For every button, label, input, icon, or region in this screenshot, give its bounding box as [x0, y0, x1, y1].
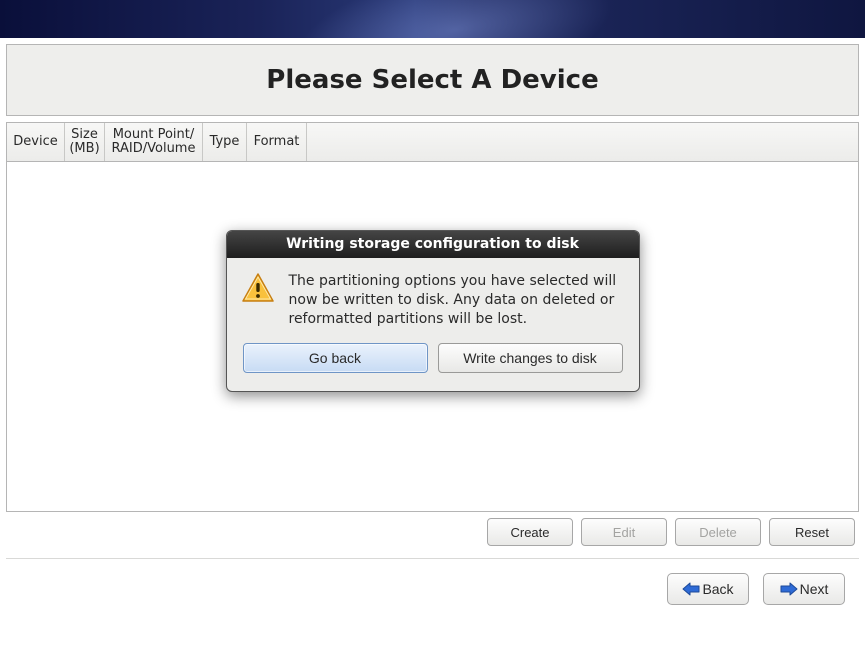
go-back-button[interactable]: Go back — [243, 343, 428, 373]
col-type[interactable]: Type — [203, 123, 247, 161]
col-device[interactable]: Device — [7, 123, 65, 161]
device-table-header: Device Size (MB) Mount Point/ RAID/Volum… — [6, 122, 859, 162]
delete-button: Delete — [675, 518, 761, 546]
col-mount[interactable]: Mount Point/ RAID/Volume — [105, 123, 203, 161]
reset-button[interactable]: Reset — [769, 518, 855, 546]
dialog-actions: Go back Write changes to disk — [227, 337, 639, 391]
device-table-body: Writing storage configuration to disk Th… — [6, 162, 859, 512]
create-label: Create — [510, 525, 549, 540]
title-panel: Please Select A Device — [6, 44, 859, 116]
delete-label: Delete — [699, 525, 737, 540]
dialog-message: The partitioning options you have select… — [289, 272, 623, 329]
col-device-label: Device — [13, 135, 57, 149]
dialog-title: Writing storage configuration to disk — [227, 231, 639, 258]
bottom-nav: Back Next — [6, 558, 859, 605]
dialog-body: The partitioning options you have select… — [227, 258, 639, 337]
col-format-label: Format — [254, 135, 300, 149]
confirm-dialog: Writing storage configuration to disk Th… — [226, 230, 640, 392]
go-back-label: Go back — [309, 350, 361, 366]
back-label: Back — [702, 581, 733, 597]
edit-label: Edit — [613, 525, 635, 540]
col-size[interactable]: Size (MB) — [65, 123, 105, 161]
main-area: Please Select A Device Device Size (MB) … — [0, 38, 865, 605]
action-row: Create Edit Delete Reset — [6, 518, 859, 546]
write-changes-label: Write changes to disk — [463, 350, 597, 366]
col-spacer — [307, 123, 858, 161]
next-label: Next — [800, 581, 829, 597]
edit-button: Edit — [581, 518, 667, 546]
col-format[interactable]: Format — [247, 123, 307, 161]
create-button[interactable]: Create — [487, 518, 573, 546]
col-type-label: Type — [210, 135, 240, 149]
col-size-label: Size (MB) — [69, 128, 99, 157]
arrow-left-icon — [682, 582, 700, 596]
col-mount-label: Mount Point/ RAID/Volume — [112, 128, 196, 157]
top-banner — [0, 0, 865, 38]
warning-icon — [241, 272, 275, 304]
back-button[interactable]: Back — [667, 573, 749, 605]
write-changes-button[interactable]: Write changes to disk — [438, 343, 623, 373]
page-title: Please Select A Device — [7, 65, 858, 95]
next-button[interactable]: Next — [763, 573, 845, 605]
arrow-right-icon — [780, 582, 798, 596]
reset-label: Reset — [795, 525, 829, 540]
